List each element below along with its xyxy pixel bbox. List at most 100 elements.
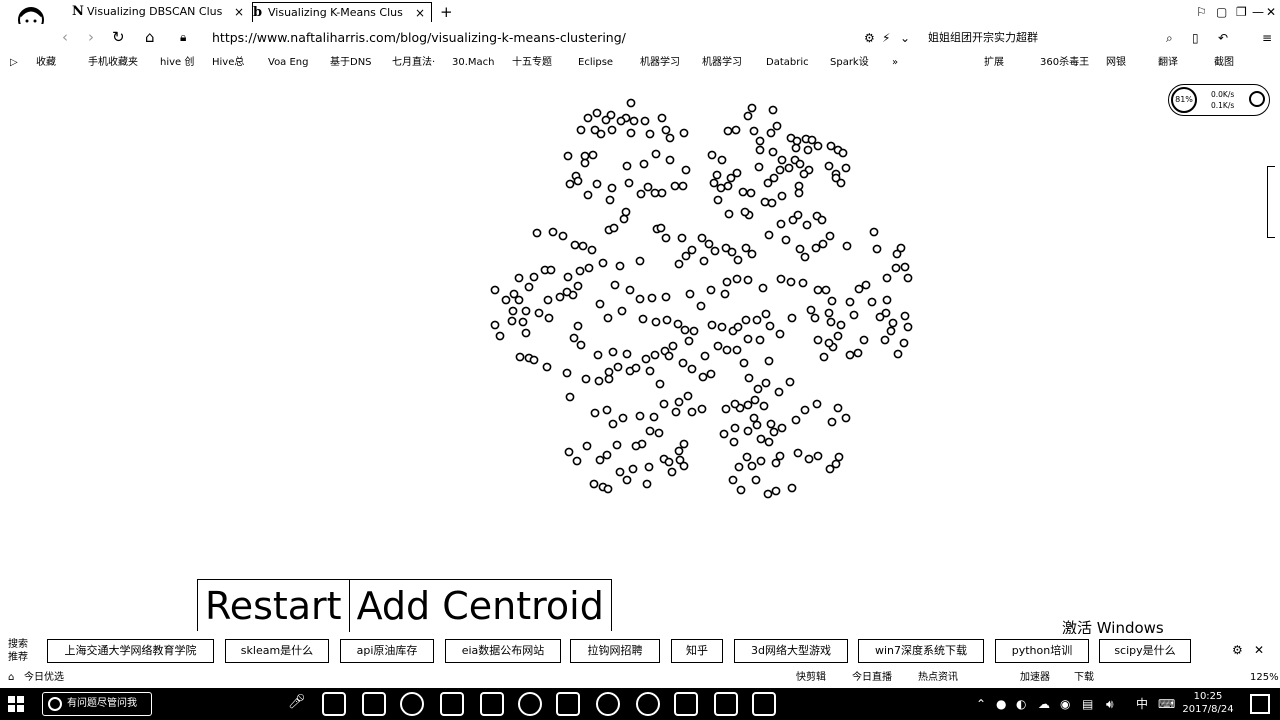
settings-gear-icon[interactable]: ⚙ [864,29,875,47]
daily-picks-link[interactable]: 今日优选 [24,668,64,688]
close-icon[interactable]: ✕ [1254,643,1264,657]
restart-button[interactable]: Restart [198,580,349,632]
bookmark-item[interactable]: hive 创 [160,56,194,70]
status-item[interactable]: 快剪辑 [796,668,826,688]
sidebar-toggle-icon[interactable]: ▷ [10,56,18,70]
more-bookmarks-icon[interactable]: » [892,56,898,70]
bookmark-item[interactable]: 机器学习 [640,56,680,70]
tray-app-icon[interactable]: ☁ [1038,692,1050,716]
tab-close-icon[interactable]: × [234,2,244,22]
microphone-icon[interactable]: 🎤︎ [288,694,306,710]
undo-icon[interactable]: ↶ [1218,29,1228,47]
status-item[interactable]: 热点资讯 [918,668,958,688]
app-icon[interactable] [714,692,738,716]
restore-icon[interactable]: ▢ [1216,3,1227,21]
bookmark-extension[interactable]: 翻译 [1158,56,1178,70]
data-point [727,247,737,257]
status-item[interactable]: 加速器 [1020,668,1050,688]
skin-icon[interactable]: ⚐ [1196,3,1207,21]
cortana-search-box[interactable]: 有问题尽管问我 [42,692,152,716]
chrome-icon[interactable] [518,692,542,716]
mobile-icon[interactable]: ▯ [1192,29,1199,47]
suggestion-chip[interactable]: 上海交通大学网络教育学院 [47,639,214,663]
favorites-icon[interactable]: ⌂ [8,668,14,688]
settings-gear-icon[interactable]: ⚙ [1232,643,1243,657]
tab-kmeans[interactable]: b Visualizing K-Means Clustering × [252,2,432,22]
bookmark-extension[interactable]: 扩展 [984,56,1004,70]
network-speed-widget[interactable]: 81% 0.0K/s 0.1K/s [1168,84,1270,116]
search-suggestion[interactable]: 姐姐组团开宗实力超群 [928,29,1038,47]
tab-close-icon[interactable]: × [415,3,425,22]
bookmark-extension[interactable]: 360杀毒王 [1040,56,1089,70]
app-icon[interactable] [752,692,776,716]
scatter-plot[interactable] [480,90,920,510]
refresh-icon[interactable] [1249,91,1265,107]
tray-app-icon[interactable]: ● [996,692,1006,716]
suggestion-chip[interactable]: scipy是什么 [1099,639,1191,663]
chevron-down-icon[interactable]: ⌄ [900,29,910,47]
keyboard-icon[interactable]: ⌨ [1158,692,1175,716]
bookmark-item[interactable]: Voa Eng [268,56,309,70]
bookmark-item[interactable]: 七月直法· [392,56,435,70]
bookmark-item[interactable]: 机器学习 [702,56,742,70]
bookmark-item[interactable]: 收藏 [36,56,56,70]
home-icon[interactable]: ⌂ [145,28,155,46]
bookmark-item[interactable]: 基于DNS [330,56,372,70]
bookmark-item[interactable]: 手机收藏夹 [88,56,138,70]
search-icon[interactable]: ⌕ [1166,29,1173,47]
url-field[interactable]: https://www.naftaliharris.com/blog/visua… [212,29,626,47]
suggestion-chip[interactable]: 拉钩网招聘 [570,639,660,663]
tray-app-icon[interactable]: ◐ [1016,692,1026,716]
suggestion-chip[interactable]: python培训 [995,639,1089,663]
data-point [723,126,733,136]
status-item[interactable]: 下载 [1074,668,1094,688]
data-point [681,165,691,175]
bookmark-extension[interactable]: 网银 [1106,56,1126,70]
tab-dbscan[interactable]: NVisualizing DBSCAN Clusteri × [72,2,250,22]
forward-icon[interactable]: › [88,28,94,46]
security-lock-icon[interactable]: 🔒︎ [180,28,186,46]
suggestion-chip[interactable]: 知乎 [671,639,723,663]
app-icon[interactable] [674,692,698,716]
clock[interactable]: 10:25 2017/8/24 [1180,690,1236,716]
back-icon[interactable]: ‹ [62,28,68,46]
status-item[interactable]: 今日直播 [852,668,892,688]
app-icon[interactable] [480,692,504,716]
bookmark-item[interactable]: 30.Mach [452,56,495,70]
new-tab-button[interactable]: + [440,2,453,22]
notification-icon[interactable] [1250,694,1270,714]
network-icon[interactable]: ▤ [1082,692,1093,716]
bookmark-item[interactable]: Eclipse [578,56,613,70]
bookmark-item[interactable]: 十五专题 [512,56,552,70]
suggestion-chip[interactable]: api原油库存 [340,639,434,663]
suggestion-chip[interactable]: win7深度系统下载 [858,639,984,663]
zoom-level[interactable]: 125% [1250,668,1279,688]
add-centroid-button[interactable]: Add Centroid [348,580,611,632]
tray-expand-icon[interactable]: ⌃ [976,692,986,716]
suggestion-chip[interactable]: eia数据公布网站 [445,639,561,663]
close-window-button[interactable]: ✕ [1266,3,1276,21]
side-panel-handle[interactable] [1267,166,1275,238]
edge-browser-icon[interactable] [400,692,424,716]
speed-mode-icon[interactable]: ⚡ [882,29,890,47]
360-browser-icon[interactable] [596,692,620,716]
bookmark-item[interactable]: Spark设 [830,56,869,70]
tile-icon[interactable]: ❐ [1236,3,1247,21]
suggestion-chip[interactable]: skleam是什么 [225,639,329,663]
suggestion-chip[interactable]: 3d网络大型游戏 [734,639,848,663]
bookmark-item[interactable]: Databric [766,56,809,70]
app-icon[interactable] [556,692,580,716]
store-icon[interactable] [440,692,464,716]
menu-icon[interactable]: ≡ [1262,29,1272,47]
minimize-button[interactable]: — [1252,3,1264,21]
bookmark-extension[interactable]: 截图 [1214,56,1234,70]
tray-app-icon[interactable]: ◉ [1060,692,1070,716]
volume-icon[interactable]: 🔊︎ [1106,692,1114,716]
app-icon[interactable] [636,692,660,716]
ime-indicator[interactable]: 中 [1136,692,1148,716]
bookmark-item[interactable]: Hive总 [212,56,244,70]
task-view-icon[interactable] [322,692,346,716]
windows-start-icon[interactable] [8,696,24,712]
file-explorer-icon[interactable] [362,692,386,716]
reload-icon[interactable]: ↻ [112,28,125,46]
